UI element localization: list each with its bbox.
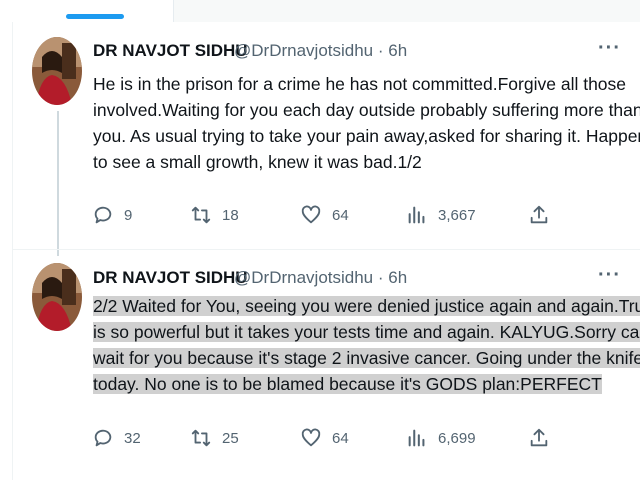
- tweet-text-line: He is in the prison for a crime he has n…: [93, 74, 627, 94]
- retweet-count: 18: [222, 206, 239, 224]
- tweet-text-line: involved.Waiting for you each day outsid…: [93, 100, 640, 120]
- views-icon: [408, 206, 425, 224]
- author-handle-time[interactable]: @DrDrnavjotsidhu · 6h: [234, 41, 407, 61]
- avatar[interactable]: [32, 263, 82, 331]
- more-options-icon[interactable]: ···: [598, 264, 621, 287]
- highlighted-text: wait for you because it's stage 2 invasi…: [93, 348, 640, 368]
- reply-icon: [94, 206, 112, 224]
- tweet-text-line: is so powerful but it takes your tests t…: [93, 319, 640, 345]
- reply-button[interactable]: 32: [92, 425, 141, 451]
- active-tab-indicator: [66, 14, 124, 19]
- reply-button[interactable]: 9: [92, 202, 132, 228]
- reply-icon: [94, 429, 112, 447]
- like-count: 64: [332, 206, 349, 224]
- author-handle-time[interactable]: @DrDrnavjotsidhu · 6h: [234, 268, 407, 288]
- heart-icon: [301, 205, 321, 224]
- highlighted-text: today. No one is to be blamed because it…: [93, 374, 602, 394]
- share-icon: [530, 428, 548, 447]
- like-button[interactable]: 64: [300, 202, 349, 228]
- share-button[interactable]: [528, 425, 550, 451]
- tweet-text-line: 2/2 Waited for You, seeing you were deni…: [93, 293, 640, 319]
- heart-icon: [301, 428, 321, 447]
- views-count: 6,699: [438, 429, 476, 447]
- retweet-count: 25: [222, 429, 239, 447]
- highlighted-text: 2/2 Waited for You, seeing you were deni…: [93, 296, 640, 316]
- tweet-text: 2/2 Waited for You, seeing you were deni…: [93, 293, 640, 397]
- tweet-text-line: you. As usual trying to take your pain a…: [93, 126, 640, 146]
- reply-count: 9: [124, 206, 133, 224]
- share-button[interactable]: [528, 202, 550, 228]
- like-count: 64: [332, 429, 349, 447]
- action-bar: 32 25 64 6,699: [92, 425, 552, 451]
- retweet-icon: [191, 206, 211, 224]
- share-icon: [530, 205, 548, 224]
- tweet-2[interactable]: DR NAVJOT SIDHU @DrDrnavjotsidhu · 6h ··…: [12, 249, 640, 469]
- more-options-icon[interactable]: ···: [598, 37, 621, 60]
- views-count: 3,667: [438, 206, 476, 224]
- retweet-button[interactable]: 18: [190, 202, 239, 228]
- top-tab-strip: [0, 0, 640, 22]
- author-name[interactable]: DR NAVJOT SIDHU: [93, 41, 248, 61]
- action-bar: 9 18 64 3,667: [92, 202, 552, 228]
- author-name[interactable]: DR NAVJOT SIDHU: [93, 268, 248, 288]
- tweet-text: He is in the prison for a crime he has n…: [93, 71, 640, 175]
- reply-count: 32: [124, 429, 141, 447]
- like-button[interactable]: 64: [300, 425, 349, 451]
- tweet-text-line: wait for you because it's stage 2 invasi…: [93, 345, 640, 371]
- views-button[interactable]: 6,699: [406, 425, 476, 451]
- retweet-icon: [191, 429, 211, 447]
- tweet-text-line: to see a small growth, knew it was bad.1…: [93, 152, 422, 172]
- views-icon: [408, 429, 425, 447]
- views-button[interactable]: 3,667: [406, 202, 476, 228]
- highlighted-text: is so powerful but it takes your tests t…: [93, 322, 640, 342]
- tweet-1[interactable]: DR NAVJOT SIDHU @DrDrnavjotsidhu · 6h ··…: [12, 23, 640, 248]
- retweet-button[interactable]: 25: [190, 425, 239, 451]
- avatar[interactable]: [32, 37, 82, 105]
- tweet-text-line: today. No one is to be blamed because it…: [93, 371, 633, 397]
